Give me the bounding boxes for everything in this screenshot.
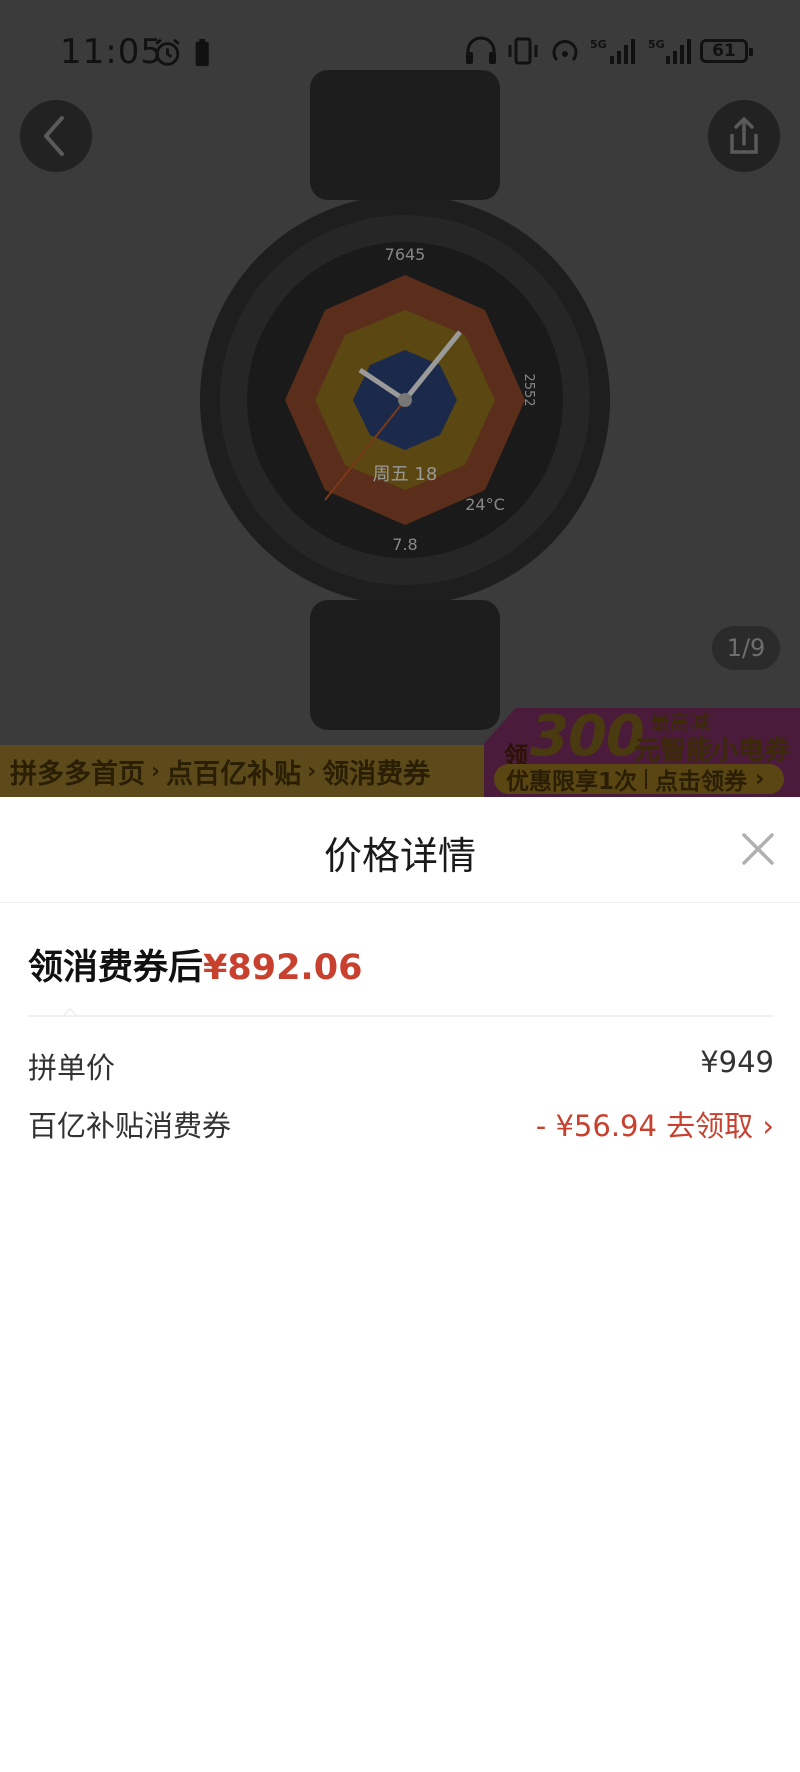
banner-step-3: 领消费券 xyxy=(322,758,431,790)
chevron-right-icon: › xyxy=(753,1109,774,1143)
promo-pill[interactable]: 优惠限享1次 点击领券 › xyxy=(494,762,784,796)
coupon-promo-banner[interactable]: 领 300 最高减 元智能小电券 优惠限享1次 点击领券 › xyxy=(484,708,800,797)
watch-date: 周五 18 xyxy=(373,464,438,485)
status-right-icons: 5G 5G 61 xyxy=(464,36,753,66)
banner-step-2: 点百亿补贴 xyxy=(166,758,302,790)
pill-divider xyxy=(645,769,648,789)
signal-icon: 5G xyxy=(590,38,635,64)
close-icon[interactable] xyxy=(740,831,776,867)
back-icon xyxy=(44,116,64,156)
price-details-sheet: 价格详情 领消费券后¥892.06 拼单价 ¥949 百亿补贴消费券 - ¥56… xyxy=(0,797,800,1772)
chevron-right-icon: › xyxy=(307,758,317,784)
group-price-value: ¥949 xyxy=(700,1045,774,1079)
divider xyxy=(28,1015,774,1017)
svg-text:5G: 5G xyxy=(590,38,607,51)
image-counter: 1/9 xyxy=(712,626,780,670)
chevron-right-icon: › xyxy=(151,758,161,784)
product-image-area[interactable]: 11:05 5G 5G 61 7645 周五 18 24°C 7.8 2552 … xyxy=(0,0,800,797)
signal-icon-2: 5G xyxy=(648,38,691,64)
share-icon xyxy=(730,117,758,154)
watch-steps: 7645 xyxy=(385,245,426,264)
group-price-row: 拼单价 ¥949 xyxy=(28,1045,774,1089)
battery-indicator: 61 xyxy=(700,39,753,63)
sheet-title: 价格详情 xyxy=(323,834,476,878)
vibrate-icon xyxy=(508,37,538,65)
subsidy-coupon-action[interactable]: - ¥56.94 去领取 › xyxy=(536,1103,774,1145)
subsidy-coupon-value: - ¥56.94 去领取 xyxy=(535,1109,754,1143)
after-coupon-price: 领消费券后¥892.06 xyxy=(28,939,362,990)
status-time: 11:05 xyxy=(60,32,163,72)
watch-temp: 24°C xyxy=(465,495,505,514)
promo-amount: 300 xyxy=(530,704,645,769)
headphones-icon xyxy=(466,36,496,64)
svg-text:5G: 5G xyxy=(648,38,665,51)
group-price-label: 拼单价 xyxy=(28,1051,116,1085)
battery-saver-icon xyxy=(195,41,209,67)
subsidy-coupon-row[interactable]: 百亿补贴消费券 - ¥56.94 去领取 › xyxy=(28,1103,774,1147)
product-watch-image: 7645 周五 18 24°C 7.8 2552 xyxy=(200,70,610,730)
share-button[interactable] xyxy=(708,100,780,172)
after-coupon-label: 领消费券后 xyxy=(28,948,204,988)
watch-num-right: 2552 xyxy=(521,373,536,406)
subsidy-breadcrumb-banner[interactable]: 拼多多首页 › 点百亿补贴 › 领消费券 xyxy=(0,745,500,797)
promo-claim-link[interactable]: 点击领券 xyxy=(655,762,747,796)
after-coupon-value: ¥892.06 xyxy=(203,948,363,988)
banner-step-1: 拼多多首页 xyxy=(10,758,145,790)
chevron-right-icon: › xyxy=(747,766,765,792)
promo-limit: 优惠限享1次 xyxy=(506,769,638,795)
hotspot-icon xyxy=(552,40,578,62)
subsidy-coupon-label: 百亿补贴消费券 xyxy=(28,1109,232,1143)
alarm-icon xyxy=(155,38,209,67)
status-bar: 11:05 5G 5G 61 xyxy=(0,30,800,74)
sheet-header: 价格详情 xyxy=(0,797,800,903)
watch-distance: 7.8 xyxy=(392,535,417,554)
back-button[interactable] xyxy=(20,100,92,172)
